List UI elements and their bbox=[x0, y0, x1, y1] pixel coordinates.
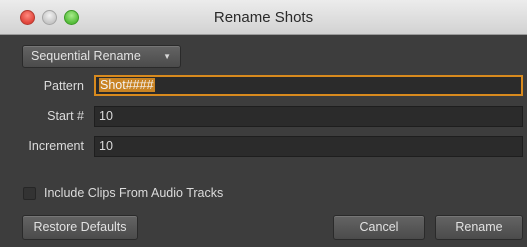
title-bar: Rename Shots bbox=[0, 0, 527, 35]
start-number-value: 10 bbox=[99, 109, 113, 123]
increment-value: 10 bbox=[99, 139, 113, 153]
rename-mode-dropdown[interactable]: Sequential Rename ▼ bbox=[22, 45, 181, 68]
cancel-button[interactable]: Cancel bbox=[333, 215, 425, 240]
rename-button[interactable]: Rename bbox=[435, 215, 523, 240]
start-number-label: Start # bbox=[47, 109, 84, 123]
pattern-label: Pattern bbox=[43, 79, 84, 93]
window-title: Rename Shots bbox=[213, 9, 314, 26]
restore-defaults-button[interactable]: Restore Defaults bbox=[22, 215, 138, 240]
start-number-input[interactable]: 10 bbox=[94, 106, 523, 127]
pattern-value: Shot#### bbox=[99, 78, 155, 92]
chevron-down-icon: ▼ bbox=[163, 52, 171, 61]
include-audio-label[interactable]: Include Clips From Audio Tracks bbox=[44, 186, 223, 200]
rename-mode-value: Sequential Rename bbox=[31, 49, 141, 63]
rename-shots-dialog: Rename Shots Sequential Rename ▼ Pattern… bbox=[0, 0, 527, 247]
include-audio-checkbox[interactable] bbox=[23, 187, 36, 200]
increment-input[interactable]: 10 bbox=[94, 136, 523, 157]
increment-label: Increment bbox=[28, 139, 84, 153]
pattern-input[interactable]: Shot#### bbox=[94, 75, 523, 96]
